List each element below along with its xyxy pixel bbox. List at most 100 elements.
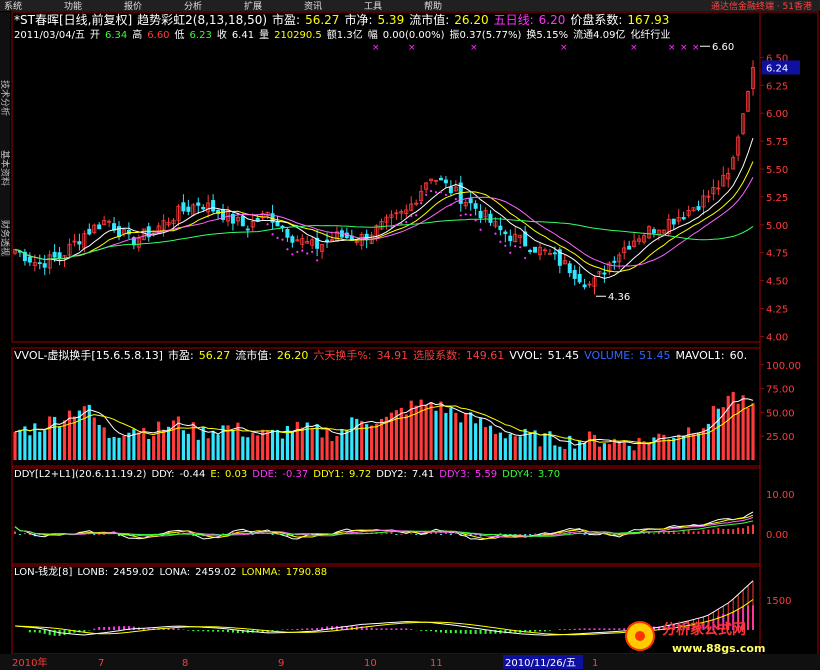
volume-bar — [513, 436, 517, 460]
volume-bar — [122, 435, 126, 460]
volume-bar — [607, 444, 611, 460]
volume-bar — [117, 437, 121, 460]
lon-header-4: 2459.02 — [195, 567, 236, 578]
candle-body — [443, 179, 448, 184]
header-line1-8: 五日线: — [494, 13, 534, 27]
ddy-bar — [692, 531, 695, 534]
header-line2-4: 6.60 — [147, 30, 169, 41]
volume-bar — [28, 435, 32, 460]
ddy-header-7: DDY1: — [313, 469, 344, 480]
volume-bar — [469, 412, 473, 460]
ddy-tick-label-1: 10.00 — [766, 490, 795, 501]
stock-chart[interactable]: 系统 功能 报价 分析 扩展 资讯 工具 帮助 通达信金融终端 · 51香港技术分析基本资料财务… — [0, 0, 820, 670]
date-label-5: 11 — [430, 658, 443, 669]
signal-cross-3: × — [560, 43, 568, 53]
signal-dot — [415, 214, 418, 217]
signal-dot — [504, 244, 507, 247]
date-label-1: 7 — [98, 658, 104, 669]
volume-bar — [701, 428, 706, 460]
ddy-bar — [677, 532, 680, 534]
date-label-0: 2010年 — [12, 656, 47, 669]
menu-item-0[interactable]: 系统 — [4, 0, 22, 12]
watermark-url: www.88gs.com — [672, 642, 765, 655]
top-right-notice: 通达信金融终端 · 51香港 — [711, 0, 812, 12]
price-tick-label-4: 5.00 — [766, 221, 788, 232]
volume-bar — [280, 438, 285, 460]
header-line2-0: 2011/03/04/五 — [14, 30, 85, 41]
volume-bar — [107, 437, 111, 460]
volume-bar — [275, 429, 280, 460]
header-line1-4: 市净: — [344, 12, 372, 27]
side-tab-0[interactable]: 技术分析 — [0, 80, 11, 116]
ddy-bar — [732, 529, 735, 534]
candle-body — [27, 256, 32, 263]
signal-cross-2: × — [470, 43, 478, 53]
signal-cross-4: × — [630, 43, 638, 53]
volume-bar — [320, 437, 324, 460]
candle-body — [671, 218, 676, 225]
menu-item-5[interactable]: 资讯 — [304, 1, 322, 12]
header-line2-6: 6.23 — [190, 30, 212, 41]
lon-header-6: 1790.88 — [286, 567, 327, 578]
date-label-2: 8 — [182, 658, 188, 669]
ddy-header-2: -0.44 — [179, 469, 205, 480]
price-tick-label-1: 4.25 — [766, 305, 788, 316]
volume-bar — [295, 421, 299, 460]
menu-item-7[interactable]: 帮助 — [424, 0, 442, 12]
signal-dot — [499, 240, 502, 243]
candle-body — [488, 213, 493, 223]
side-tab-1[interactable]: 基本资料 — [0, 150, 11, 186]
menu-item-1[interactable]: 功能 — [64, 0, 82, 12]
volume-bar — [216, 434, 220, 460]
volume-bar — [201, 426, 205, 460]
volume-bar — [231, 430, 235, 460]
annotation-low: 4.36 — [608, 292, 630, 303]
annotation-high: 6.60 — [712, 42, 734, 53]
ddy-header-12: 5.59 — [475, 469, 497, 480]
menu-item-4[interactable]: 扩展 — [244, 0, 262, 12]
candle-body — [97, 224, 102, 230]
candle-body — [602, 272, 607, 275]
candle-body — [696, 206, 701, 210]
signal-dot — [301, 249, 304, 252]
candle-body — [468, 198, 473, 204]
ddy-bar — [415, 534, 418, 535]
last-price-label: 6.24 — [766, 63, 788, 74]
vol-header-7: 选股系数: — [413, 349, 461, 362]
volume-bar — [474, 423, 478, 460]
header-line1-5: 5.39 — [377, 13, 404, 27]
volume-bar — [266, 431, 270, 460]
volume-bar — [137, 432, 141, 460]
signal-dot — [479, 228, 482, 231]
candle-body — [533, 246, 538, 253]
candle-body — [567, 263, 572, 274]
ddy-bar — [529, 534, 532, 535]
vol-header-14: 60. — [730, 349, 748, 362]
volume-bar — [543, 433, 547, 460]
ddy-header-5: DDE: — [252, 469, 277, 480]
candle-body — [117, 226, 122, 238]
signal-dot — [454, 198, 457, 201]
candle-body — [57, 252, 62, 259]
header-line1-2: 市盈: — [272, 12, 300, 27]
header-line2-13: 0.00(0.00%) — [383, 30, 445, 41]
candle-body — [201, 206, 206, 210]
volume-bar — [23, 426, 27, 460]
menu-item-6[interactable]: 工具 — [364, 1, 382, 12]
volume-bar — [667, 439, 671, 460]
volume-bar — [711, 405, 715, 460]
volume-bar — [587, 431, 592, 460]
menu-item-3[interactable]: 分析 — [184, 0, 202, 12]
volume-bar — [270, 429, 275, 460]
signal-cross-7: × — [692, 43, 700, 53]
ddy-header-13: DDY4: — [502, 469, 533, 480]
menu-item-2[interactable]: 报价 — [124, 0, 142, 12]
volume-bar — [464, 412, 468, 460]
lon-header-5: LONMA: — [241, 567, 280, 578]
header-line1-9: 6.20 — [539, 13, 566, 27]
ddy-bar — [702, 529, 705, 534]
volume-bar — [647, 444, 651, 460]
ddy-bar — [742, 528, 745, 534]
volume-bar — [161, 429, 166, 460]
side-tab-2[interactable]: 财务透视 — [0, 220, 11, 256]
